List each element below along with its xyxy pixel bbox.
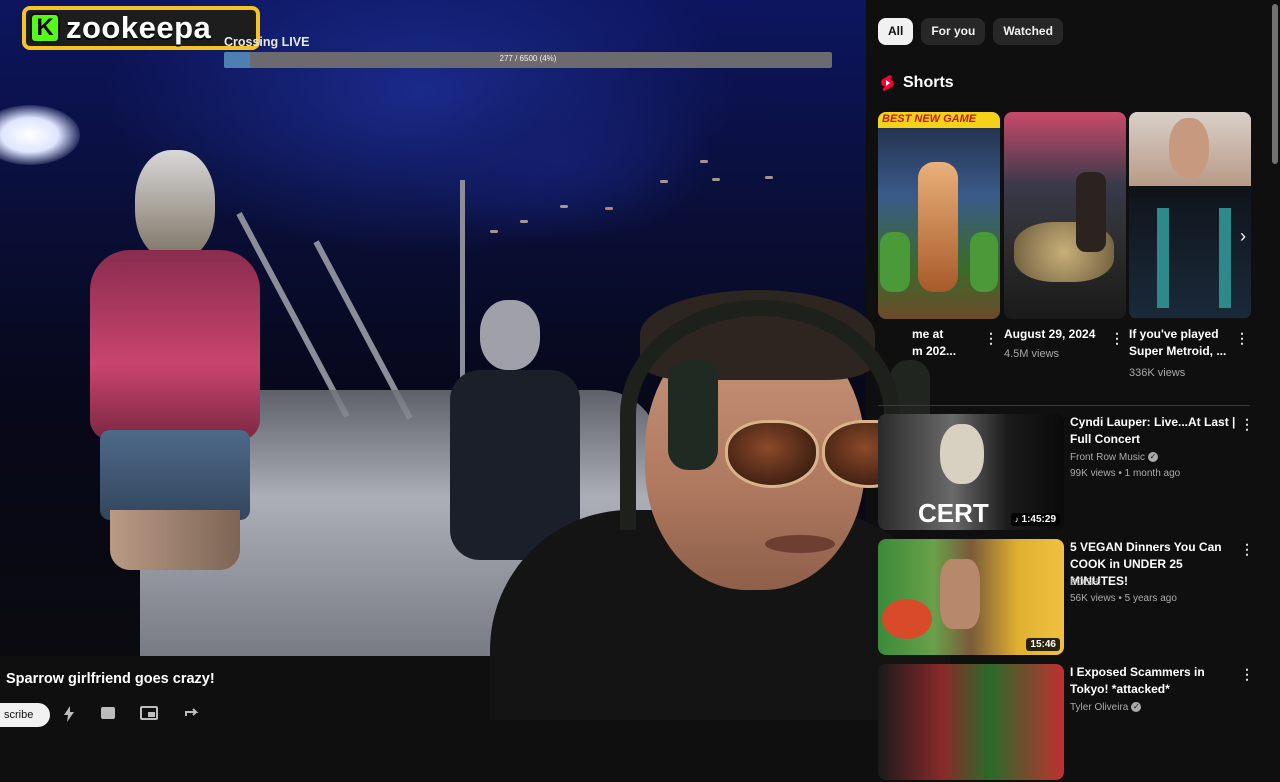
- verified-icon: ✓: [1131, 702, 1142, 713]
- brand-name: zookeepa: [66, 10, 212, 45]
- more-options-icon[interactable]: ⋮: [1235, 330, 1249, 347]
- video-thumbnail[interactable]: CERT ♪ 1:45:29: [878, 414, 1064, 530]
- dancer-figure: [80, 150, 270, 570]
- divider: [878, 405, 1250, 406]
- video-title-link[interactable]: Cyndi Lauper: Live...At Last | Full Conc…: [1070, 414, 1236, 448]
- chip-all[interactable]: All: [878, 18, 914, 45]
- short-views: 336K views: [1129, 367, 1186, 379]
- scrollbar[interactable]: [1270, 0, 1280, 720]
- chip-for-you[interactable]: For you: [921, 18, 986, 45]
- video-meta: 99K views • 1 month ago: [1070, 468, 1181, 479]
- channel-name[interactable]: BOSH!: [1070, 577, 1101, 588]
- short-card[interactable]: If you've played Super Metroid, ... 336K…: [1129, 112, 1251, 379]
- video-thumbnail[interactable]: 15:46: [878, 539, 1064, 655]
- video-title: Sparrow girlfriend goes crazy!: [6, 671, 215, 687]
- short-card[interactable]: BEST NEW GAME me at m 202... ⋮: [878, 112, 1000, 358]
- more-options-icon[interactable]: ⋮: [1240, 416, 1254, 433]
- channel-name[interactable]: Front Row Music ✓: [1070, 452, 1159, 463]
- shorts-header: Shorts: [880, 74, 954, 92]
- short-thumbnail[interactable]: [1129, 112, 1251, 319]
- video-duration: 15:46: [1026, 638, 1060, 651]
- filter-chips: All For you Watched: [878, 18, 1063, 45]
- chevron-right-icon[interactable]: ›: [1240, 226, 1246, 247]
- scrollbar-thumb[interactable]: [1272, 4, 1278, 164]
- deck-light: [0, 105, 80, 165]
- subscribe-button[interactable]: scribe: [0, 703, 50, 727]
- short-thumbnail[interactable]: BEST NEW GAME: [878, 112, 1000, 319]
- thumb-caption: CERT: [918, 498, 989, 528]
- channel-name[interactable]: Tyler Oliveira ✓: [1070, 702, 1142, 713]
- goal-title: Crossing LIVE: [224, 35, 310, 49]
- video-meta: 56K views • 5 years ago: [1070, 593, 1177, 604]
- more-options-icon[interactable]: ⋮: [1240, 541, 1254, 558]
- more-options-icon[interactable]: ⋮: [1240, 666, 1254, 683]
- recommendation-item[interactable]: I Exposed Scammers in Tokyo! *attacked* …: [878, 664, 1258, 782]
- video-duration: ♪ 1:45:29: [1010, 513, 1060, 526]
- short-views: 4.5M views: [1004, 348, 1060, 360]
- more-options-icon[interactable]: ⋮: [984, 330, 998, 347]
- headset: [620, 300, 900, 530]
- recommendation-item[interactable]: CERT ♪ 1:45:29 Cyndi Lauper: Live...At L…: [878, 414, 1258, 532]
- goal-progress-text: 277 / 6500 (4%): [499, 54, 557, 63]
- short-title[interactable]: August 29, 2024: [1004, 326, 1112, 343]
- video-thumbnail[interactable]: [878, 664, 1064, 780]
- shorts-icon: [881, 75, 894, 91]
- verified-icon: ✓: [1148, 452, 1159, 463]
- short-card[interactable]: August 29, 2024 4.5M views ⋮: [1004, 112, 1126, 360]
- short-thumbnail[interactable]: [1004, 112, 1126, 319]
- goal-progress-bar: 277 / 6500 (4%): [224, 52, 832, 68]
- recommendation-item[interactable]: 15:46 5 VEGAN Dinners You Can COOK in UN…: [878, 539, 1258, 657]
- sunglasses: [725, 420, 819, 488]
- short-title[interactable]: If you've played Super Metroid, ...: [1129, 326, 1237, 360]
- kick-icon: K: [30, 13, 60, 43]
- more-options-icon[interactable]: ⋮: [1110, 330, 1124, 347]
- chip-watched[interactable]: Watched: [993, 18, 1063, 45]
- shorts-label: Shorts: [903, 74, 954, 91]
- video-title-link[interactable]: I Exposed Scammers in Tokyo! *attacked*: [1070, 664, 1236, 698]
- short-thumb-caption: BEST NEW GAME: [882, 113, 977, 125]
